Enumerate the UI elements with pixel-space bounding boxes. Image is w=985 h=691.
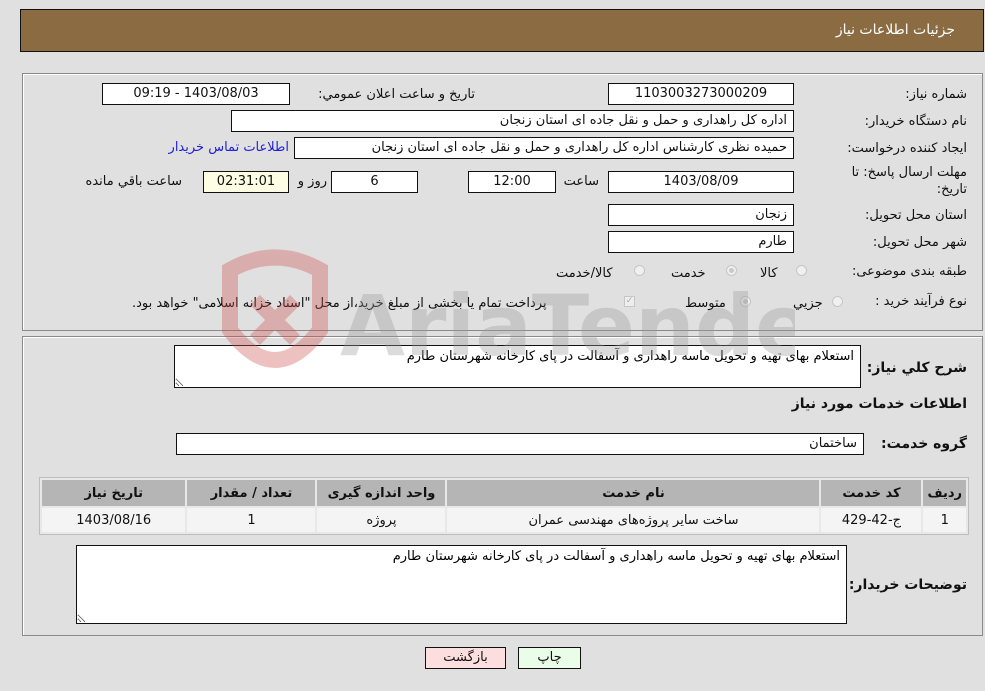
purchase-radio-minor[interactable] <box>832 296 843 307</box>
services-table-wrapper: ردیف کد خدمت نام خدمت واحد اندازه گیری ت… <box>39 477 969 535</box>
service-group-label: گروه خدمت: <box>881 436 967 452</box>
back-button[interactable]: بازگشت <box>425 647 506 669</box>
general-desc-label: شرح كلي نياز: <box>866 360 967 376</box>
cell-row-number: 1 <box>923 508 966 532</box>
purchase-type-label: نوع فرآیند خرید : <box>875 294 967 309</box>
need-info-panel: شماره نیاز: 1103003273000209 تاریخ و ساع… <box>22 73 983 331</box>
col-header-service-name: نام خدمت <box>447 480 820 506</box>
purchase-radio-medium[interactable] <box>740 296 751 307</box>
print-button[interactable]: چاپ <box>518 647 581 669</box>
category-radio-goods-service[interactable] <box>634 265 645 276</box>
buyer-contact-link[interactable]: اطلاعات تماس خریدار <box>169 140 289 155</box>
announce-datetime-label: تاریخ و ساعت اعلان عمومي: <box>318 87 475 102</box>
cell-unit: پروژه <box>317 508 446 532</box>
col-header-quantity: تعداد / مقدار <box>187 480 316 506</box>
category-radio-goods[interactable] <box>796 265 807 276</box>
col-header-unit: واحد اندازه گیری <box>317 480 446 506</box>
category-radio-service[interactable] <box>726 265 737 276</box>
need-number-field[interactable]: 1103003273000209 <box>608 83 794 105</box>
col-header-need-date: تاریخ نیاز <box>42 480 186 506</box>
requester-field[interactable]: حمیده نظری کارشناس اداره کل راهداری و حم… <box>294 137 794 159</box>
announce-datetime-field[interactable]: 1403/08/03 - 09:19 <box>102 83 290 105</box>
col-header-service-code: کد خدمت <box>821 480 922 506</box>
treasury-checkbox[interactable]: ✓ <box>624 296 635 307</box>
purchase-option-minor: جزیي <box>793 296 823 311</box>
col-header-row-number: ردیف <box>923 480 966 506</box>
purchase-option-medium: متوسط <box>685 296 726 311</box>
requester-label: ایجاد کننده درخواست: <box>847 141 967 156</box>
remaining-time-field: 02:31:01 <box>203 171 289 193</box>
table-row: 1 ج-42-429 ساخت سایر پروژه‌های مهندسی عم… <box>42 508 966 532</box>
delivery-province-field[interactable]: زنجان <box>608 204 794 226</box>
buyer-notes-label: توضیحات خریدار: <box>848 577 967 593</box>
category-option-goods: کالا <box>760 266 778 281</box>
category-label: طبقه بندی موضوعی: <box>851 264 967 279</box>
services-heading: اطلاعات خدمات مورد نیاز <box>791 396 967 412</box>
delivery-city-label: شهر محل تحویل: <box>872 235 967 250</box>
service-details-panel: شرح كلي نياز: استعلام بهای تهیه و تحویل … <box>22 336 983 636</box>
buyer-notes-textarea[interactable]: استعلام بهای تهیه و تحویل ماسه راهداری و… <box>76 545 847 624</box>
delivery-city-field[interactable]: طارم <box>608 231 794 253</box>
category-option-service: خدمت <box>671 266 706 281</box>
cell-need-date: 1403/08/16 <box>42 508 186 532</box>
deadline-time-field[interactable]: 12:00 <box>468 171 556 193</box>
buyer-org-label: نام دستگاه خریدار: <box>864 114 967 129</box>
services-table-header: ردیف کد خدمت نام خدمت واحد اندازه گیری ت… <box>42 480 966 506</box>
cell-service-code: ج-42-429 <box>821 508 922 532</box>
cell-quantity: 1 <box>187 508 316 532</box>
remaining-time-label: ساعت باقي مانده <box>85 174 182 189</box>
deadline-label: مهلت ارسال پاسخ: تا تاریخ: <box>851 165 967 197</box>
general-desc-textarea[interactable]: استعلام بهای تهیه و تحویل ماسه راهداری و… <box>174 345 861 388</box>
category-option-goods-service: کالا/خدمت <box>556 266 613 281</box>
remaining-days-field: 6 <box>331 171 418 193</box>
service-group-field[interactable]: ساختمان <box>176 433 864 455</box>
services-table: ردیف کد خدمت نام خدمت واحد اندازه گیری ت… <box>40 478 968 534</box>
delivery-province-label: استان محل تحویل: <box>865 208 967 223</box>
deadline-time-label: ساعت <box>563 174 599 189</box>
days-label: روز و <box>297 174 327 189</box>
buyer-org-field[interactable]: اداره کل راهداری و حمل و نقل جاده ای است… <box>231 110 794 132</box>
page-title: جزئیات اطلاعات نیاز <box>835 22 955 38</box>
treasury-note: پرداخت تمام یا بخشی از مبلغ خرید،از محل … <box>132 296 547 311</box>
page-header: جزئیات اطلاعات نیاز <box>20 9 984 52</box>
deadline-date-field[interactable]: 1403/08/09 <box>608 171 794 193</box>
need-number-label: شماره نیاز: <box>905 87 967 102</box>
cell-service-name: ساخت سایر پروژه‌های مهندسی عمران <box>447 508 820 532</box>
